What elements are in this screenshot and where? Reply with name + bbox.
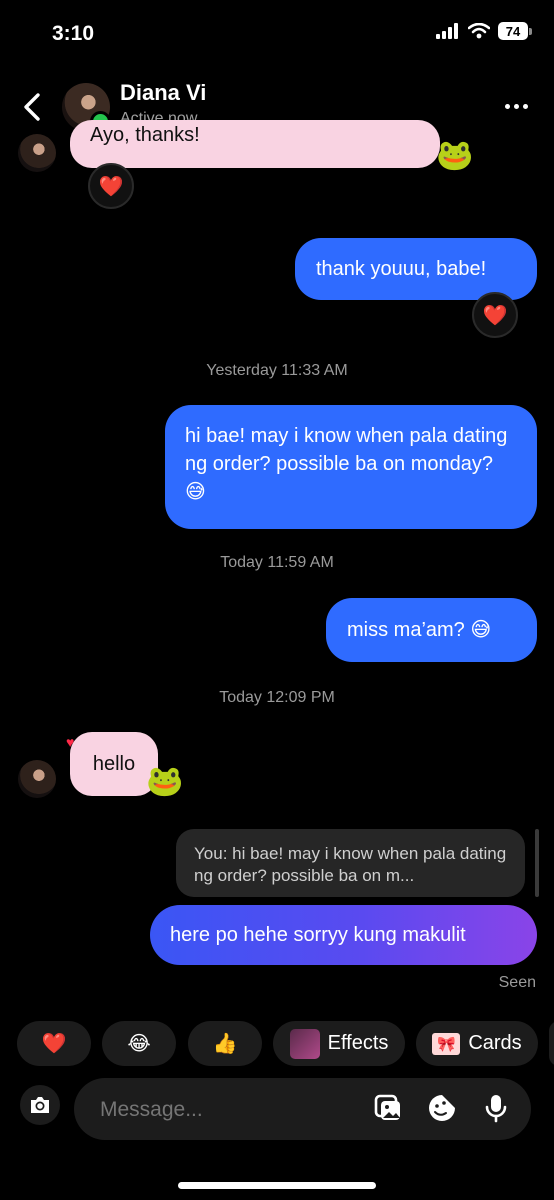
more-quick-button[interactable] bbox=[549, 1021, 554, 1066]
outgoing-reply-message[interactable]: here po hehe sorryy kung makulit bbox=[150, 905, 537, 965]
frog-sticker: 🐸 bbox=[436, 139, 474, 172]
outgoing-message-text: here po hehe sorryy kung makulit bbox=[170, 923, 466, 946]
incoming-message-text: hello bbox=[92, 752, 136, 775]
quick-heart-button[interactable]: ❤️ bbox=[17, 1021, 91, 1066]
incoming-message[interactable]: hello bbox=[70, 732, 158, 796]
battery-level: 74 bbox=[498, 22, 528, 40]
back-chevron-icon[interactable] bbox=[18, 90, 46, 124]
status-time: 3:10 bbox=[52, 22, 95, 45]
reply-indicator-bar bbox=[535, 829, 539, 897]
effects-label: Effects bbox=[327, 1032, 389, 1054]
heart-reaction[interactable]: ❤️ bbox=[472, 292, 518, 338]
incoming-message-partial[interactable]: Ayo, thanks! bbox=[70, 120, 440, 168]
incoming-message-text: Ayo, thanks! bbox=[90, 124, 200, 146]
battery-indicator: 74 bbox=[498, 22, 532, 40]
cards-label: Cards bbox=[468, 1032, 522, 1054]
outgoing-message-text: hi bae! may i know when pala dating ng o… bbox=[185, 425, 508, 503]
camera-icon[interactable] bbox=[20, 1085, 60, 1125]
mic-icon[interactable] bbox=[480, 1092, 512, 1124]
wifi-icon bbox=[468, 23, 490, 39]
outgoing-message-text: miss ma’am? 😅 bbox=[347, 619, 492, 641]
reply-preview[interactable]: You: hi bae! may i know when pala dating… bbox=[176, 829, 525, 897]
outgoing-message[interactable]: thank youuu, babe! bbox=[295, 238, 537, 300]
more-icon[interactable] bbox=[505, 104, 528, 109]
frog-sticker: 🐸 bbox=[146, 765, 184, 798]
seen-receipt: Seen bbox=[498, 974, 536, 991]
timestamp: Today 11:59 AM bbox=[220, 554, 334, 571]
cards-button[interactable]: 🎀 Cards bbox=[416, 1021, 538, 1066]
quick-laugh-button[interactable]: 😂 bbox=[102, 1021, 176, 1066]
timestamp: Yesterday 11:33 AM bbox=[206, 362, 348, 379]
status-icons: 74 bbox=[436, 22, 532, 40]
gift-card-icon: 🎀 bbox=[432, 1032, 461, 1055]
timestamp: Today 12:09 PM bbox=[219, 689, 335, 706]
message-input[interactable] bbox=[100, 1096, 340, 1124]
outgoing-message[interactable]: miss ma’am? 😅 bbox=[326, 598, 537, 662]
heart-icon: ❤️ bbox=[41, 1033, 67, 1055]
sender-avatar[interactable] bbox=[18, 760, 56, 798]
gallery-icon[interactable] bbox=[372, 1092, 404, 1124]
contact-name[interactable]: Diana Vi bbox=[120, 80, 206, 106]
sticker-icon[interactable] bbox=[426, 1092, 458, 1124]
outgoing-message-text: thank youuu, babe! bbox=[316, 258, 487, 280]
heart-reaction[interactable]: ❤️ bbox=[88, 163, 134, 209]
effects-button[interactable]: Effects bbox=[273, 1021, 405, 1066]
quick-thumbs-up-button[interactable]: 👍 bbox=[188, 1021, 262, 1066]
thumbs-up-icon: 👍 bbox=[212, 1033, 238, 1055]
signal-icon bbox=[436, 23, 458, 39]
sender-avatar[interactable] bbox=[18, 134, 56, 172]
laugh-icon: 😂 bbox=[127, 1033, 151, 1055]
outgoing-message[interactable]: hi bae! may i know when pala dating ng o… bbox=[165, 405, 537, 529]
home-indicator bbox=[178, 1182, 376, 1189]
effects-thumbnail-icon bbox=[289, 1028, 320, 1059]
